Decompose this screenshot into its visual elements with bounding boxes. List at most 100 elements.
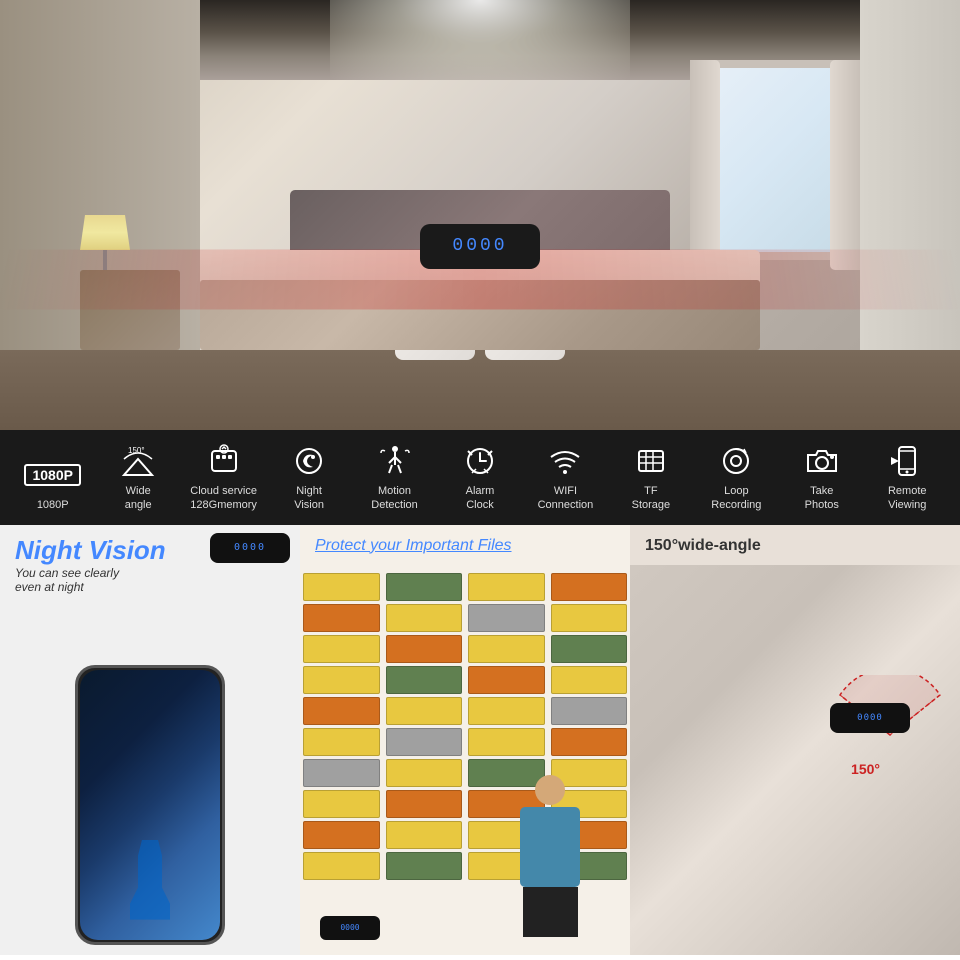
alarm-clock-icon [462, 442, 498, 480]
feature-loop-recording: LoopRecording [694, 442, 779, 513]
panel-wide-angle: 150°wide-angle 150° 0000 [630, 525, 960, 955]
drawer [303, 790, 380, 818]
drawer [386, 728, 463, 756]
bedroom-hero-image: 0000 [0, 0, 960, 430]
feature-cloud-label: Cloud service128Gmemory [190, 484, 257, 513]
ceiling-glow [330, 0, 630, 80]
wide-angle-title: 150°wide-angle [645, 537, 761, 555]
panel-night-vision: Night Vision You can see clearlyeven at … [0, 525, 300, 955]
drawer [551, 573, 628, 601]
drawer [468, 604, 545, 632]
feature-alarm-clock: AlarmClock [437, 442, 522, 513]
drawer [468, 573, 545, 601]
wide-angle-device: 0000 [830, 703, 910, 733]
drawer [468, 728, 545, 756]
feature-loop-label: LoopRecording [711, 484, 761, 513]
night-vision-title: Night Vision [15, 535, 166, 566]
small-alarm-device: 0000 [320, 916, 380, 940]
drawer [551, 666, 628, 694]
drawer [468, 697, 545, 725]
window-curtain-right [830, 60, 860, 270]
drawer [386, 697, 463, 725]
bottom-panels: Night Vision You can see clearlyeven at … [0, 525, 960, 955]
feature-1080p-label: 1080P [37, 498, 69, 512]
drawer [386, 790, 463, 818]
drawer [303, 635, 380, 663]
feature-1080p: 1080P 1080P [10, 456, 95, 512]
drawer [303, 573, 380, 601]
feature-motion-label: MotionDetection [371, 484, 417, 513]
drawer [303, 728, 380, 756]
drawer [551, 635, 628, 663]
night-device-display: 0000 [234, 542, 266, 553]
panel-protect-files: Protect your Important Files [300, 525, 630, 955]
tf-storage-icon [633, 442, 669, 480]
night-vision-device: 0000 [210, 533, 290, 563]
feature-alarm-label: AlarmClock [466, 484, 495, 513]
drawer [386, 635, 463, 663]
drawer [303, 697, 380, 725]
drawer [386, 821, 463, 849]
woman-head [535, 775, 565, 805]
degree-label: 150° [851, 761, 880, 777]
cabinet-col-2 [383, 570, 466, 955]
small-device-display: 0000 [340, 923, 359, 932]
feature-tf-label: TFStorage [632, 484, 671, 513]
phone-mockup [75, 665, 225, 945]
alarm-clock-device-hero: 0000 [420, 224, 540, 269]
floor [0, 350, 960, 430]
feature-remote-label: RemoteViewing [888, 484, 927, 513]
drawer [386, 573, 463, 601]
feature-wide-angle-label: Wideangle [125, 484, 152, 513]
feature-motion: MotionDetection [352, 442, 437, 513]
woman-body [520, 807, 580, 887]
wifi-icon [547, 442, 583, 480]
night-vision-subtitle: You can see clearlyeven at night [15, 566, 166, 594]
motion-detection-icon [377, 442, 413, 480]
clock-display-hero: 0000 [452, 236, 507, 256]
woman-figure [500, 775, 600, 935]
drawer [468, 666, 545, 694]
drawer [386, 852, 463, 880]
drawer [386, 759, 463, 787]
wide-angle-arc [830, 675, 950, 795]
feature-wifi: WIFIConnection [523, 442, 608, 513]
feature-night-label: NightVision [294, 484, 324, 513]
feature-tf-storage: TFStorage [608, 442, 693, 513]
drawer [303, 821, 380, 849]
drawer [303, 666, 380, 694]
drawer [386, 666, 463, 694]
resolution-icon: 1080P [24, 456, 80, 494]
phone-screen [80, 670, 220, 940]
night-vision-header: Night Vision You can see clearlyeven at … [15, 535, 166, 594]
feature-photos-label: TakePhotos [805, 484, 839, 513]
feature-wifi-label: WIFIConnection [538, 484, 594, 513]
camera-icon [804, 442, 840, 480]
cabinet-col-1 [300, 570, 383, 955]
drawer [303, 604, 380, 632]
feature-wide-angle: 150° Wideangle [96, 442, 181, 513]
drawer [303, 759, 380, 787]
drawer [551, 697, 628, 725]
wide-device-display: 0000 [857, 713, 883, 723]
drawer [468, 635, 545, 663]
resolution-badge: 1080P [24, 464, 80, 486]
wide-angle-icon: 150° [120, 442, 156, 480]
remote-viewing-icon [889, 442, 925, 480]
lamp-shade [80, 215, 130, 250]
feature-night-vision: NightVision [267, 442, 352, 513]
cloud-icon [206, 442, 242, 480]
drawer [386, 604, 463, 632]
drawer [551, 728, 628, 756]
protect-files-title: Protect your Important Files [315, 537, 512, 555]
feature-remote-viewing: RemoteViewing [865, 442, 950, 513]
person-silhouette [130, 840, 170, 920]
drawer [303, 852, 380, 880]
night-vision-icon [291, 442, 327, 480]
loop-recording-icon [718, 442, 754, 480]
woman-legs [523, 887, 578, 937]
feature-take-photos: TakePhotos [779, 442, 864, 513]
feature-cloud: Cloud service128Gmemory [181, 442, 266, 513]
drawer [551, 604, 628, 632]
feature-bar: 1080P 1080P 150° Wideangle Cloud se [0, 430, 960, 525]
